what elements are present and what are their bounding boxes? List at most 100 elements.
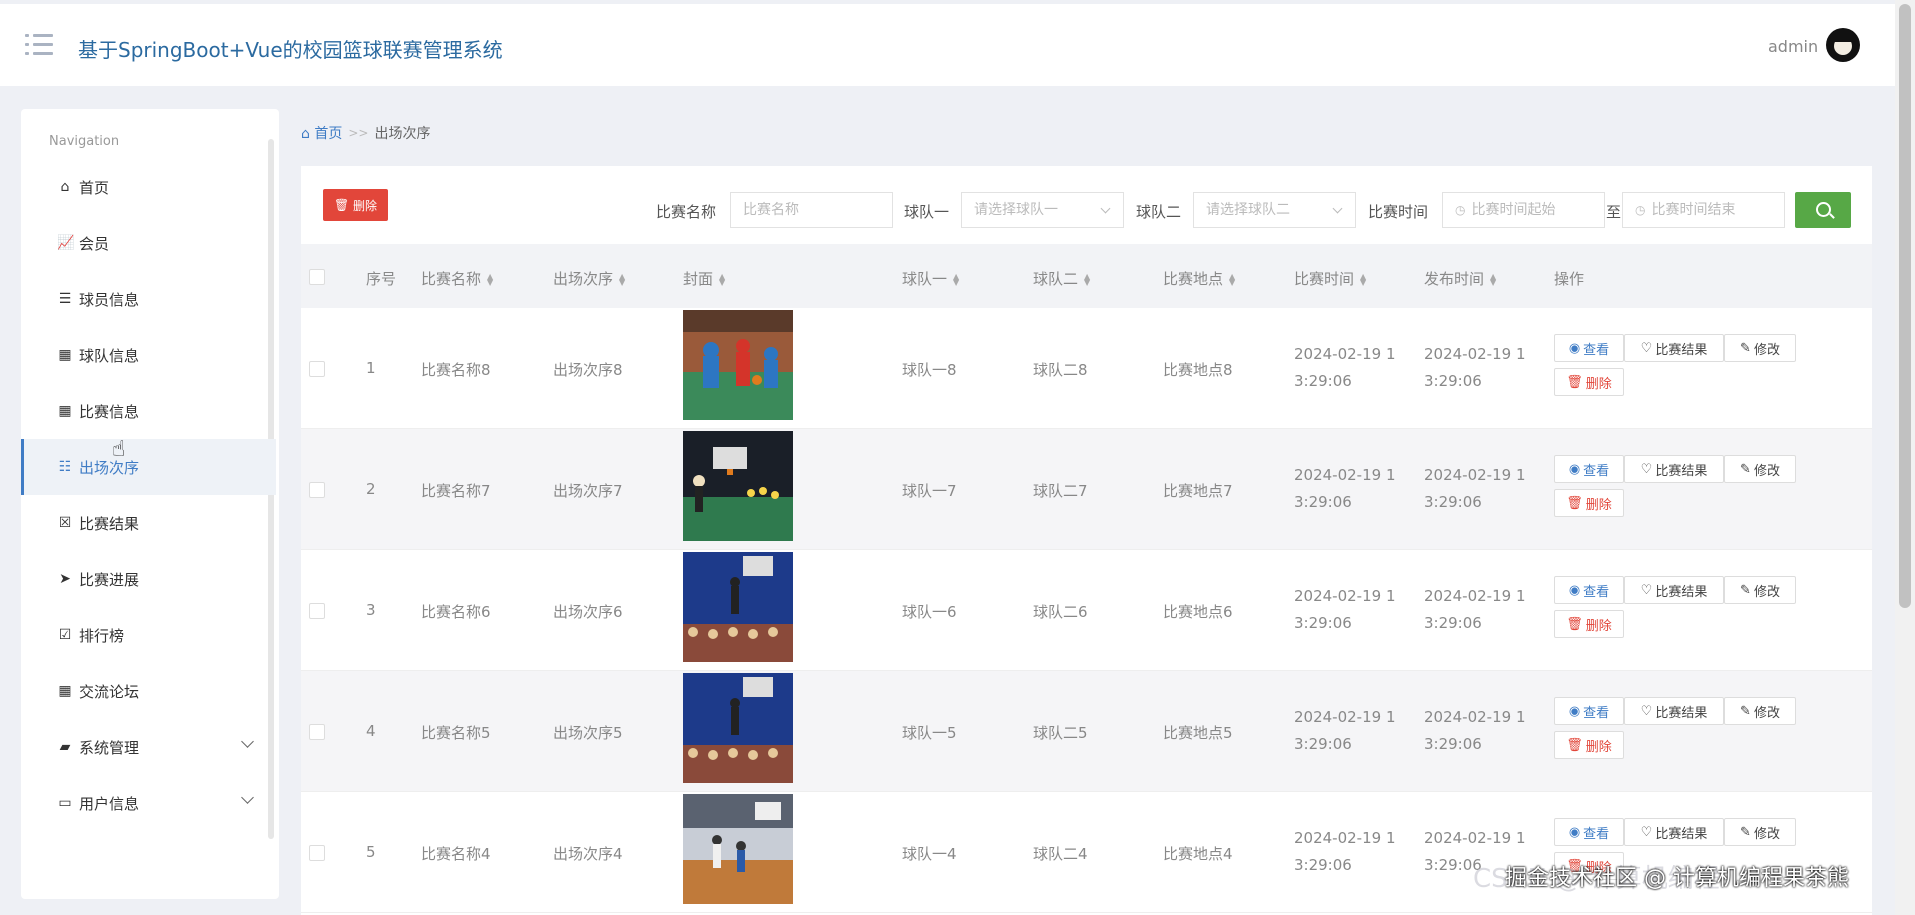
col-team2[interactable]: 球队二 ▲ ▼ — [1033, 268, 1090, 289]
sidebar-item-progress[interactable]: ➤ 比赛进展 — [21, 551, 276, 607]
sidebar-item-forum[interactable]: ▦ 交流论坛 — [21, 663, 276, 719]
cell-time: 2024-02-19 1 3:29:06 — [1294, 587, 1396, 632]
cell-team2: 球队二5 — [1033, 724, 1088, 742]
team2-select[interactable]: 请选择球队二 — [1193, 192, 1356, 228]
delete-button[interactable]: 🗑 删除 — [1554, 731, 1624, 759]
grid-icon: ▦ — [58, 403, 72, 419]
match-result-button[interactable]: ♡ 比赛结果 — [1624, 576, 1724, 604]
match-result-button[interactable]: ♡ 比赛结果 — [1624, 818, 1724, 846]
col-actions: 操作 — [1554, 270, 1585, 288]
delete-button[interactable]: 🗑 删除 — [1554, 368, 1624, 396]
row-checkbox[interactable] — [309, 361, 325, 377]
delete-button[interactable]: 🗑 删除 — [1554, 610, 1624, 638]
sidebar-item-users[interactable]: ▭ 用户信息 — [21, 775, 276, 831]
cover-image[interactable] — [683, 673, 793, 783]
menu-toggle-icon[interactable] — [25, 33, 53, 57]
delete-button[interactable]: 🗑 删除 — [1554, 489, 1624, 517]
select-all-checkbox[interactable] — [309, 269, 325, 285]
sidebar-item-system[interactable]: ▰ 系统管理 — [21, 719, 276, 775]
cell-name: 比赛名称4 — [421, 845, 491, 863]
edit-button[interactable]: ✎ 修改 — [1724, 455, 1796, 483]
col-time[interactable]: 比赛时间 ▲ ▼ — [1294, 268, 1366, 289]
mouse-cursor-icon: ☝ — [112, 437, 126, 462]
time-end-input[interactable]: ◷ 比赛时间结束 — [1622, 192, 1785, 228]
grid-icon: ▦ — [58, 683, 72, 699]
team1-select[interactable]: 请选择球队一 — [961, 192, 1124, 228]
search-button[interactable] — [1795, 192, 1851, 228]
match-result-button[interactable]: ♡ 比赛结果 — [1624, 334, 1724, 362]
cell-name: 比赛名称7 — [421, 482, 491, 500]
cover-image[interactable] — [683, 552, 793, 662]
cover-image[interactable] — [683, 794, 793, 904]
cell-name: 比赛名称5 — [421, 724, 491, 742]
cell-no: 3 — [366, 601, 376, 619]
col-cover[interactable]: 封面 ▲ ▼ — [683, 268, 725, 289]
cell-published: 2024-02-19 1 3:29:06 — [1424, 345, 1526, 390]
view-button[interactable]: ◉ 查看 — [1554, 334, 1624, 362]
sidebar-item-order[interactable]: ☷ 出场次序 — [21, 439, 276, 495]
col-published[interactable]: 发布时间 ▲ ▼ — [1424, 268, 1496, 289]
list-icon: ☰ — [58, 291, 72, 307]
edit-button[interactable]: ✎ 修改 — [1724, 576, 1796, 604]
sidebar-item-member[interactable]: 📈 会员 — [21, 215, 276, 271]
view-button[interactable]: ◉ 查看 — [1554, 697, 1624, 725]
match-result-button[interactable]: ♡ 比赛结果 — [1624, 455, 1724, 483]
eye-icon: ◉ — [1568, 461, 1581, 477]
row-checkbox[interactable] — [309, 603, 325, 619]
col-order[interactable]: 出场次序 ▲ ▼ — [553, 268, 625, 289]
view-button[interactable]: ◉ 查看 — [1554, 576, 1624, 604]
cover-image[interactable] — [683, 431, 793, 541]
sidebar-item-teams[interactable]: ▦ 球队信息 — [21, 327, 276, 383]
cell-place: 比赛地点4 — [1163, 845, 1233, 863]
edit-button[interactable]: ✎ 修改 — [1724, 818, 1796, 846]
page-scrollbar-thumb[interactable] — [1899, 4, 1911, 608]
col-team1[interactable]: 球队一 ▲ ▼ — [902, 268, 959, 289]
match-name-input[interactable]: 比赛名称 — [730, 192, 893, 228]
trash-icon: 🗑 — [1566, 374, 1583, 390]
cell-team1: 球队一8 — [902, 361, 957, 379]
cell-team1: 球队一5 — [902, 724, 957, 742]
col-place[interactable]: 比赛地点 ▲ ▼ — [1163, 268, 1235, 289]
chart-icon: 📈 — [57, 235, 75, 251]
cell-team2: 球队二4 — [1033, 845, 1088, 863]
col-name[interactable]: 比赛名称 ▲ ▼ — [421, 268, 493, 289]
view-button[interactable]: ◉ 查看 — [1554, 455, 1624, 483]
avatar[interactable] — [1826, 28, 1860, 62]
heart-icon: ♡ — [1640, 582, 1653, 598]
watermark: 掘金技术社区 @ 计算机编程果茶熊 — [1505, 866, 1849, 891]
table-row: 3 比赛名称6 出场次序6 球队一6 球队二6 比赛地点6 2024-02-19 1 3:29… — [301, 550, 1872, 671]
cover-image[interactable] — [683, 310, 793, 420]
sidebar-item-ranking[interactable]: ☑ 排行榜 — [21, 607, 276, 663]
breadcrumb-current: 出场次序 — [374, 126, 431, 142]
main-panel: 🗑 删除 比赛名称 比赛名称 球队一 请选择球队一 球队二 请选择球队二 比赛时… — [301, 166, 1872, 915]
table-row: 4 比赛名称5 出场次序5 球队一5 球队二5 比赛地点5 2024-02-19 1 3:29… — [301, 671, 1872, 792]
col-no: 序号 — [366, 270, 397, 288]
cell-order: 出场次序5 — [553, 724, 623, 742]
top-header: 基于SpringBoot+Vue的校园篮球联赛管理系统 admin — [0, 0, 1895, 86]
match-name-label: 比赛名称 — [656, 203, 717, 221]
row-checkbox[interactable] — [309, 845, 325, 861]
heart-icon: ♡ — [1640, 340, 1653, 356]
cell-team2: 球队二8 — [1033, 361, 1088, 379]
row-checkbox[interactable] — [309, 724, 325, 740]
time-start-input[interactable]: ◷ 比赛时间起始 — [1442, 192, 1605, 228]
view-button[interactable]: ◉ 查看 — [1554, 818, 1624, 846]
bulk-delete-button[interactable]: 🗑 删除 — [323, 189, 388, 221]
heart-icon: ♡ — [1640, 703, 1653, 719]
sidebar-item-results[interactable]: ☒ 比赛结果 — [21, 495, 276, 551]
chevron-down-icon — [1332, 203, 1343, 214]
sidebar-item-home[interactable]: ⌂ 首页 — [21, 159, 276, 215]
row-checkbox[interactable] — [309, 482, 325, 498]
breadcrumb-home[interactable]: ⌂ 首页 — [301, 123, 342, 143]
user-name[interactable]: admin — [1768, 37, 1818, 56]
edit-icon: ✎ — [1740, 340, 1751, 356]
edit-icon: ✎ — [1740, 703, 1751, 719]
edit-button[interactable]: ✎ 修改 — [1724, 334, 1796, 362]
edit-button[interactable]: ✎ 修改 — [1724, 697, 1796, 725]
sidebar-item-matches[interactable]: ▦ 比赛信息 — [21, 383, 276, 439]
paper-plane-icon: ➤ — [59, 571, 71, 587]
cell-place: 比赛地点6 — [1163, 603, 1233, 621]
match-result-button[interactable]: ♡ 比赛结果 — [1624, 697, 1724, 725]
sidebar-item-players[interactable]: ☰ 球员信息 — [21, 271, 276, 327]
cell-published: 2024-02-19 1 3:29:06 — [1424, 587, 1526, 632]
